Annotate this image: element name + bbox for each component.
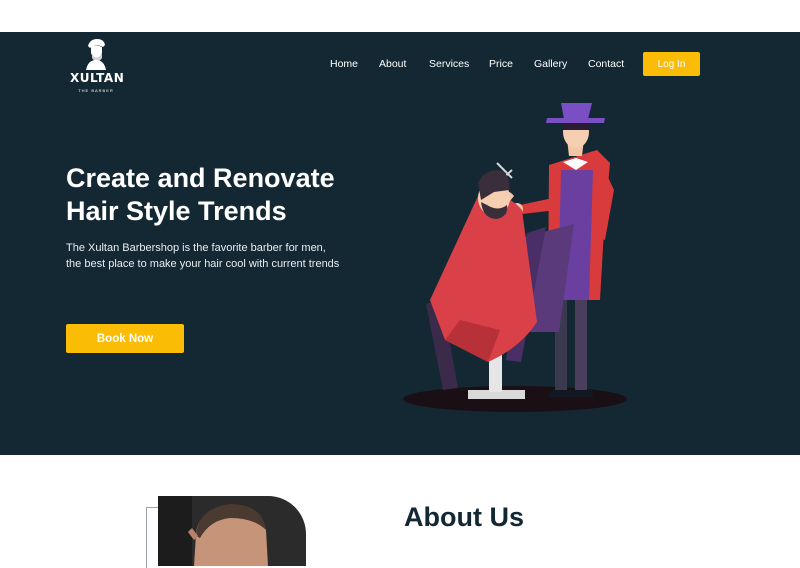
nav-services[interactable]: Services	[429, 58, 469, 70]
nav-contact[interactable]: Contact	[588, 58, 624, 70]
nav-gallery[interactable]: Gallery	[534, 58, 567, 70]
brand-tagline: THE BARBER	[78, 88, 114, 93]
hero-title-line-1: Create and Renovate	[66, 163, 335, 193]
book-now-button[interactable]: Book Now	[66, 324, 184, 353]
nav-price[interactable]: Price	[489, 58, 513, 70]
barber-head-icon	[86, 39, 106, 70]
nav-about[interactable]: About	[379, 58, 406, 70]
hero-description-line-2: the best place to make your hair cool wi…	[66, 258, 340, 270]
barber-illustration	[403, 103, 627, 412]
hero-title-line-2: Hair Style Trends	[66, 196, 287, 226]
brand-logo[interactable]: XULTAN THE BARBER	[70, 36, 125, 96]
brand-name: XULTAN	[70, 71, 125, 85]
top-strip	[0, 0, 800, 32]
hero-title: Create and Renovate Hair Style Trends	[66, 162, 406, 228]
about-photo	[158, 496, 306, 566]
login-button[interactable]: Log In	[643, 52, 700, 76]
hero-section: XULTAN THE BARBER Home About Services Pr…	[0, 32, 800, 455]
about-section: About Us	[0, 455, 800, 568]
about-title: About Us	[404, 502, 524, 532]
hero-description: The Xultan Barbershop is the favorite ba…	[66, 240, 396, 272]
hero-description-line-1: The Xultan Barbershop is the favorite ba…	[66, 242, 326, 254]
nav-home[interactable]: Home	[330, 58, 358, 70]
